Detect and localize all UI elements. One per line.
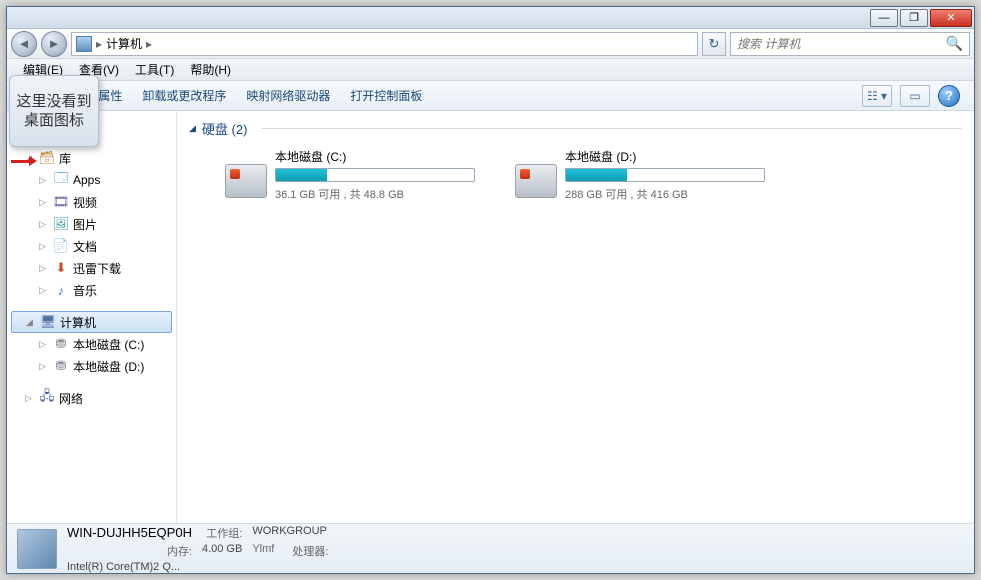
expand-icon: ▷ — [25, 393, 35, 404]
sidebar-item-label: 网络 — [59, 390, 83, 407]
maximize-button[interactable]: ❐ — [900, 9, 928, 27]
search-input[interactable] — [737, 37, 946, 51]
open-control-panel-button[interactable]: 打开控制面板 — [350, 87, 422, 104]
sidebar-item-label: Apps — [73, 173, 100, 187]
title-bar: — ❐ ✕ — [7, 7, 974, 29]
uninstall-program-button[interactable]: 卸载或更改程序 — [142, 87, 226, 104]
drive-stats: 288 GB 可用 , 共 416 GB — [565, 186, 775, 202]
section-header-hdd[interactable]: ◢ 硬盘 (2) — [189, 119, 962, 138]
navigation-pane: ▷ ★ 收藏夹 ◢ 🗃 库 ▷ 🗔 Apps ▷ 🎞 — [7, 111, 177, 523]
breadcrumb-sep: ▸ — [146, 37, 152, 51]
forward-button[interactable]: ► — [41, 31, 67, 57]
pictures-icon: 🖼 — [53, 216, 69, 232]
apps-icon: 🗔 — [53, 172, 69, 188]
refresh-button[interactable]: ↻ — [702, 32, 726, 56]
drive-item[interactable]: 本地磁盘 (D:) 288 GB 可用 , 共 416 GB — [515, 148, 775, 202]
memory-label: 内存: — [67, 543, 192, 559]
search-icon[interactable]: 🔍 — [946, 35, 963, 52]
annotation-note: 这里没看到桌面图标 — [9, 75, 99, 147]
computer-large-icon — [17, 529, 57, 569]
sidebar-item-label: 视频 — [73, 194, 97, 211]
drive-name: 本地磁盘 (D:) — [565, 148, 775, 165]
workgroup-label: 工作组: — [202, 525, 242, 541]
sidebar-item-music[interactable]: ▷ ♪ 音乐 — [7, 279, 176, 301]
drive-item[interactable]: 本地磁盘 (C:) 36.1 GB 可用 , 共 48.8 GB — [225, 148, 485, 202]
computer-icon — [76, 36, 92, 52]
sidebar-item-label: 计算机 — [60, 314, 96, 331]
close-button[interactable]: ✕ — [930, 9, 972, 27]
command-bar: 组织 ▾ 系统属性 卸载或更改程序 映射网络驱动器 打开控制面板 ☷ ▾ ▭ ? — [7, 81, 974, 111]
section-title: 硬盘 (2) — [202, 119, 248, 138]
content-pane: ◢ 硬盘 (2) 本地磁盘 (C:) 36.1 GB 可用 , 共 48.8 GB… — [177, 111, 974, 523]
sidebar-item-computer[interactable]: ◢ 🖥 计算机 — [11, 311, 172, 333]
expand-icon: ▷ — [39, 175, 49, 186]
menu-help[interactable]: 帮助(H) — [190, 61, 231, 78]
collapse-icon: ◢ — [189, 123, 196, 134]
computer-name: WIN-DUJHH5EQP0H — [67, 525, 192, 541]
divider — [261, 128, 962, 129]
annotation-arrow-icon — [11, 156, 35, 168]
sidebar-item-pictures[interactable]: ▷ 🖼 图片 — [7, 213, 176, 235]
drive-stats: 36.1 GB 可用 , 共 48.8 GB — [275, 186, 485, 202]
sidebar-item-label: 本地磁盘 (C:) — [73, 336, 144, 353]
breadcrumb-sep: ▸ — [96, 37, 102, 51]
documents-icon: 📄 — [53, 238, 69, 254]
sidebar-item-label: 迅雷下载 — [73, 260, 121, 277]
sidebar-item-label: 音乐 — [73, 282, 97, 299]
search-box[interactable]: 🔍 — [730, 32, 970, 56]
expand-icon: ▷ — [39, 263, 49, 274]
minimize-button[interactable]: — — [870, 9, 898, 27]
expand-icon: ▷ — [39, 361, 49, 372]
sidebar-item-disk-d[interactable]: ▷ ⛃ 本地磁盘 (D:) — [7, 355, 176, 377]
address-bar[interactable]: ▸ 计算机 ▸ — [71, 32, 698, 56]
disk-usage-bar — [275, 168, 475, 182]
disk-icon: ⛃ — [53, 336, 69, 352]
network-icon: 🖧 — [39, 390, 55, 406]
map-network-drive-button[interactable]: 映射网络驱动器 — [246, 87, 330, 104]
workgroup-value: WORKGROUP — [252, 525, 282, 541]
hard-disk-icon — [515, 164, 557, 198]
expand-icon: ◢ — [26, 317, 36, 328]
music-icon: ♪ — [53, 282, 69, 298]
cpu-label: 处理器: — [292, 543, 328, 559]
cpu-value: Intel(R) Core(TM)2 Q... — [67, 561, 192, 573]
preview-pane-button[interactable]: ▭ — [900, 85, 930, 107]
expand-icon: ▷ — [39, 219, 49, 230]
sidebar-item-disk-c[interactable]: ▷ ⛃ 本地磁盘 (C:) — [7, 333, 176, 355]
memory-value: 4.00 GB — [202, 543, 242, 559]
expand-icon: ▷ — [39, 285, 49, 296]
view-options-button[interactable]: ☷ ▾ — [862, 85, 892, 107]
sidebar-item-label: 图片 — [73, 216, 97, 233]
expand-icon: ▷ — [39, 197, 49, 208]
nav-row: ◄ ► ▸ 计算机 ▸ ↻ 🔍 — [7, 29, 974, 59]
breadcrumb-computer[interactable]: 计算机 — [106, 35, 142, 52]
sidebar-item-download[interactable]: ▷ ⬇ 迅雷下载 — [7, 257, 176, 279]
sidebar-item-network[interactable]: ▷ 🖧 网络 — [7, 387, 176, 409]
drive-name: 本地磁盘 (C:) — [275, 148, 485, 165]
computer-icon: 🖥 — [40, 314, 56, 330]
sidebar-item-documents[interactable]: ▷ 📄 文档 — [7, 235, 176, 257]
sidebar-item-label: 库 — [59, 150, 71, 167]
expand-icon: ▷ — [39, 339, 49, 350]
back-button[interactable]: ◄ — [11, 31, 37, 57]
explorer-window: — ❐ ✕ ◄ ► ▸ 计算机 ▸ ↻ 🔍 编辑(E) 查看(V) 工具(T) … — [6, 6, 975, 574]
sidebar-item-apps[interactable]: ▷ 🗔 Apps — [7, 169, 176, 191]
sidebar-item-video[interactable]: ▷ 🎞 视频 — [7, 191, 176, 213]
disk-usage-bar — [565, 168, 765, 182]
details-pane: WIN-DUJHH5EQP0H 工作组: WORKGROUP 内存: 4.00 … — [7, 523, 974, 573]
expand-icon: ▷ — [39, 241, 49, 252]
sidebar-item-label: 本地磁盘 (D:) — [73, 358, 144, 375]
hard-disk-icon — [225, 164, 267, 198]
disk-icon: ⛃ — [53, 358, 69, 374]
menu-tools[interactable]: 工具(T) — [135, 61, 174, 78]
sidebar-item-label: 文档 — [73, 238, 97, 255]
download-icon: ⬇ — [53, 260, 69, 276]
computer-sub: Ylmf — [252, 543, 282, 559]
help-icon[interactable]: ? — [938, 85, 960, 107]
menu-bar: 编辑(E) 查看(V) 工具(T) 帮助(H) — [7, 59, 974, 81]
video-icon: 🎞 — [53, 194, 69, 210]
library-icon: 🗃 — [39, 150, 55, 166]
